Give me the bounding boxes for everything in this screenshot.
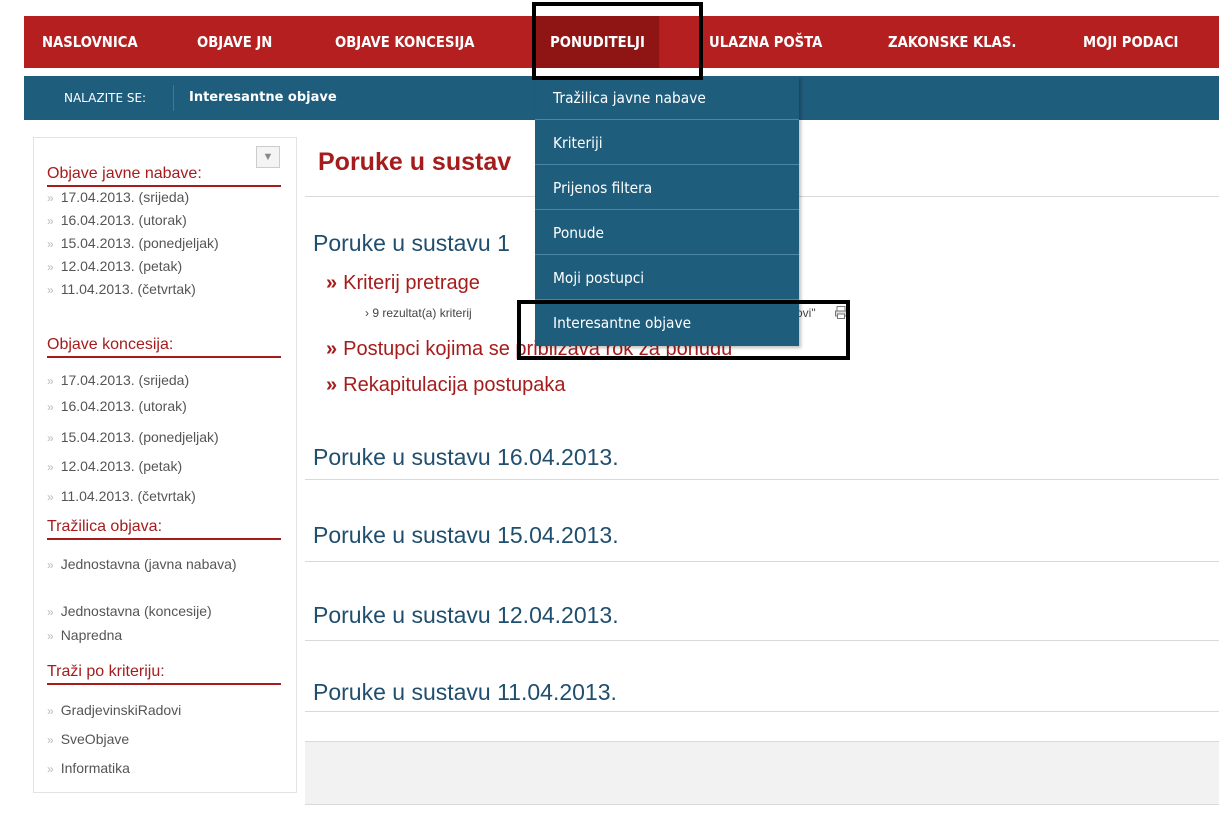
divider [305,640,1219,641]
nav-item-moji-podaci[interactable]: MOJI PODACI [1083,16,1178,68]
chevron-icon: » [47,214,54,228]
chevron-icon: » [47,460,54,474]
chevron-icon: » [47,260,54,274]
sidebar-item-jn-17[interactable]: » 17.04.2013. (srijeda) [47,188,277,207]
menu-item-interesantne-objave[interactable]: Interesantne objave [535,301,799,345]
menu-item-kriteriji[interactable]: Kriteriji [535,121,799,165]
sidebar-item-jn-12[interactable]: » 12.04.2013. (petak) [47,257,277,276]
chevron-icon: » [47,733,54,747]
section-title-16: Poruke u sustavu 16.04.2013. [313,444,619,470]
section-title-11: Poruke u sustavu 11.04.2013. [313,679,617,705]
nav-item-zakonske-klas[interactable]: ZAKONSKE KLAS. [888,16,1016,68]
link-kriterij-pretrage[interactable]: » Kriterij pretrage [326,272,480,295]
nav-item-objave-jn[interactable]: OBJAVE JN [197,16,272,68]
sidebar-item-jn-16[interactable]: » 16.04.2013. (utorak) [47,211,277,230]
chevron-icon: » [47,490,54,504]
sidebar-item-jn-11[interactable]: » 11.04.2013. (četvrtak) [47,280,277,299]
print-icon[interactable] [835,306,847,319]
link-rekapitulacija[interactable]: » Rekapitulacija postupaka [326,374,566,397]
divider [305,711,1219,712]
section-title-17: Poruke u sustavu 1 [313,230,510,256]
sidebar-item-k-17[interactable]: » 17.04.2013. (srijeda) [47,371,277,390]
sidebar-item-jednostavna-koncesije[interactable]: » Jednostavna (koncesije) [47,602,277,621]
chevron-icon: » [47,762,54,776]
sidebar-item-k-11[interactable]: » 11.04.2013. (četvrtak) [47,487,277,506]
divider [305,479,1219,480]
menu-item-moji-postupci[interactable]: Moji postupci [535,256,799,300]
sidebar-item-napredna[interactable]: » Napredna [47,626,277,645]
section-title-15: Poruke u sustavu 15.04.2013. [313,522,619,548]
sidebar-heading-javna-nabava: Objave javne nabave: [47,165,281,187]
sidebar-item-k-15[interactable]: » 15.04.2013. (ponedjeljak) [47,428,277,447]
breadcrumb-current: Interesantne objave [189,90,337,105]
ponuditelji-dropdown-menu: Tražilica javne nabave Kriteriji Prijeno… [535,76,799,346]
sidebar-item-jednostavna-jn[interactable]: » Jednostavna (javna nabava) [47,555,277,574]
breadcrumb-label: NALAZITE SE: [64,91,147,105]
sidebar-item-informatika[interactable]: » Informatika [47,759,277,778]
breadcrumb-divider [173,85,174,111]
divider [305,561,1219,562]
chevron-icon: » [47,558,54,572]
nav-item-objave-koncesija[interactable]: OBJAVE KONCESIJA [335,16,475,68]
menu-item-ponude[interactable]: Ponude [535,211,799,255]
sidebar-heading-koncesija: Objave koncesija: [47,336,281,358]
nav-item-naslovnica[interactable]: NASLOVNICA [42,16,138,68]
sidebar-heading-trazilica: Tražilica objava: [47,518,281,540]
sidebar: Objave javne nabave: ▼ » 17.04.2013. (sri… [33,137,297,793]
page-title: Poruke u sustav [318,148,512,176]
footer-panel [305,741,1219,805]
result-count[interactable]: › 9 rezultat(a) kriterij [365,306,472,320]
chevron-icon: » [47,704,54,718]
menu-item-prijenos-filtera[interactable]: Prijenos filtera [535,166,799,210]
sidebar-item-sveobjave[interactable]: » SveObjave [47,730,277,749]
chevron-icon: » [47,629,54,643]
sidebar-item-jn-15[interactable]: » 15.04.2013. (ponedjeljak) [47,234,277,253]
menu-item-trazilica[interactable]: Tražilica javne nabave [535,76,799,120]
sidebar-heading-kriterij: Traži po kriteriju: [47,663,281,685]
nav-item-ulazna-posta[interactable]: ULAZNA POŠTA [709,16,822,68]
chevron-icon: » [47,400,54,414]
top-navigation: NASLOVNICA OBJAVE JN OBJAVE KONCESIJA PO… [0,0,1219,82]
sidebar-item-k-12[interactable]: » 12.04.2013. (petak) [47,457,277,476]
sidebar-item-k-16[interactable]: » 16.04.2013. (utorak) [47,397,277,416]
chevron-icon: » [47,374,54,388]
chevron-icon: » [47,283,54,297]
chevron-icon: » [47,605,54,619]
nav-item-ponuditelji[interactable]: PONUDITELJI [536,16,659,68]
chevron-icon: » [47,431,54,445]
triangle-down-icon[interactable]: ▼ [256,146,280,168]
section-title-12: Poruke u sustavu 12.04.2013. [313,602,619,628]
chevron-icon: » [47,237,54,251]
chevron-icon: » [47,191,54,205]
sidebar-item-gradjevinski[interactable]: » GradjevinskiRadovi [47,701,277,720]
